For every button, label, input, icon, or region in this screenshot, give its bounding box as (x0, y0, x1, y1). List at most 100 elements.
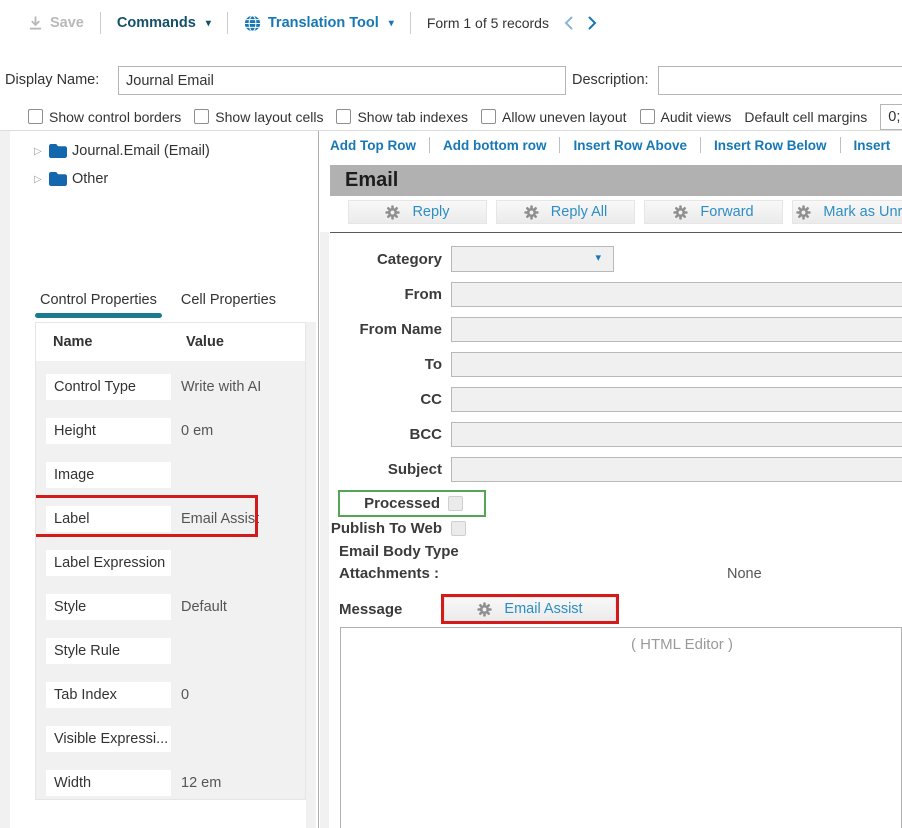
property-row[interactable]: Visible Expressi... (46, 726, 305, 752)
name-column-header: Name (53, 334, 178, 350)
option-checkbox-item[interactable]: Allow uneven layout (481, 109, 627, 125)
field-input[interactable] (451, 317, 902, 342)
email-assist-button[interactable]: Email Assist (444, 597, 616, 621)
field-label: CC (330, 391, 442, 408)
tree-expand-icon[interactable]: ▷ (34, 146, 44, 157)
form-field-row: BCC (330, 422, 902, 447)
email-action-label: Reply (412, 204, 449, 220)
link-separator (840, 137, 841, 153)
field-input[interactable] (451, 282, 902, 307)
form-field-row: From Name (330, 317, 902, 342)
tree-node[interactable]: ▷ Journal.Email (Email) (34, 137, 210, 165)
checkbox-icon[interactable] (640, 109, 655, 124)
attachments-label: Attachments : (339, 565, 439, 582)
property-row[interactable]: StyleDefault (46, 594, 305, 620)
checkbox-icon[interactable] (194, 109, 209, 124)
property-row[interactable]: Height0 em (46, 418, 305, 444)
option-label: Allow uneven layout (502, 109, 627, 125)
tab-cell-properties[interactable]: Cell Properties (181, 292, 276, 320)
translation-tool-button[interactable]: Translation Tool ▾ (244, 15, 394, 32)
property-value-cell[interactable]: Default (181, 599, 227, 615)
tree-node[interactable]: ▷ Other (34, 165, 210, 193)
toolbar-separator (100, 12, 101, 34)
gear-icon (477, 602, 492, 617)
form-field-row: To (330, 352, 902, 377)
commands-label: Commands (117, 15, 196, 31)
email-action-button[interactable]: Mark as Unread (792, 200, 902, 224)
checkbox-icon[interactable] (336, 109, 351, 124)
description-input[interactable] (658, 66, 902, 95)
email-action-button[interactable]: Forward (644, 200, 783, 224)
email-action-button[interactable]: Reply All (496, 200, 635, 224)
tree-expand-icon[interactable]: ▷ (34, 174, 44, 185)
chevron-down-icon: ▾ (389, 18, 394, 29)
toolbar-separator (227, 12, 228, 34)
checkbox-icon[interactable] (28, 109, 43, 124)
commands-menu-button[interactable]: Commands ▾ (117, 15, 211, 31)
row-action-link[interactable]: Insert Row Below (714, 138, 827, 153)
left-scrollbar-track[interactable] (0, 131, 10, 828)
save-label: Save (50, 15, 84, 31)
form-field-row: From (330, 282, 902, 307)
property-name-cell: Tab Index (46, 682, 171, 708)
link-separator (559, 137, 560, 153)
row-action-link[interactable]: Insert Row Above (573, 138, 687, 153)
property-value-cell[interactable]: Write with AI (181, 379, 261, 395)
folder-icon (49, 172, 67, 186)
tree-node-label: Other (72, 171, 108, 187)
default-cell-margins-input[interactable] (880, 104, 902, 130)
row-action-link[interactable]: Insert (854, 138, 891, 153)
properties-scrollbar-track[interactable] (306, 322, 316, 828)
checkbox-icon[interactable] (481, 109, 496, 124)
email-action-label: Mark as Unread (823, 204, 902, 220)
section-title: Email (345, 169, 398, 192)
property-row[interactable]: Tab Index 0 (46, 682, 305, 708)
tree-node-label: Journal.Email (Email) (72, 143, 210, 159)
property-value-cell[interactable]: 0 (181, 687, 189, 703)
email-action-button[interactable]: Reply (348, 200, 487, 224)
divider-line (330, 232, 902, 233)
field-input[interactable] (451, 387, 902, 412)
email-action-label: Forward (700, 204, 753, 220)
property-value-cell[interactable]: Email Assist (181, 511, 259, 527)
property-name-cell: Visible Expressi... (46, 726, 171, 752)
html-editor-placeholder: ( HTML Editor ) (631, 636, 733, 653)
publish-field-row: Publish To Web (330, 520, 466, 536)
option-checkbox-item[interactable]: Show tab indexes (336, 109, 468, 125)
category-label: Category (330, 251, 442, 268)
email-action-label: Reply All (551, 204, 607, 220)
field-input[interactable] (451, 352, 902, 377)
option-checkbox-item[interactable]: Show layout cells (194, 109, 323, 125)
default-cell-margins-label: Default cell margins (744, 109, 867, 125)
message-html-editor[interactable]: ( HTML Editor ) (340, 627, 902, 828)
property-row[interactable]: Control TypeWrite with AI (46, 374, 305, 400)
property-row[interactable]: Image (46, 462, 305, 488)
processed-highlight-box: Processed (338, 490, 486, 517)
property-value-cell[interactable]: 12 em (181, 775, 221, 791)
folder-icon (49, 144, 67, 158)
gear-icon (796, 205, 811, 220)
tab-control-properties[interactable]: Control Properties (40, 292, 157, 320)
field-input[interactable] (451, 422, 902, 447)
property-row[interactable]: Label Email Assist (46, 506, 305, 532)
property-value-cell[interactable]: 0 em (181, 423, 213, 439)
save-button[interactable]: Save (28, 15, 84, 31)
row-action-link[interactable]: Add Top Row (330, 138, 416, 153)
category-dropdown[interactable]: ▾ (451, 246, 614, 272)
form-field-row: CC (330, 387, 902, 412)
row-action-link[interactable]: Add bottom row (443, 138, 546, 153)
field-input[interactable] (451, 457, 902, 482)
property-name-cell: Label (46, 506, 171, 532)
next-record-button[interactable] (588, 16, 597, 30)
previous-record-button[interactable] (564, 16, 573, 30)
property-row[interactable]: Style Rule (46, 638, 305, 664)
property-row[interactable]: Label Expression (46, 550, 305, 576)
option-checkbox-item[interactable]: Audit views (640, 109, 732, 125)
processed-checkbox[interactable] (448, 496, 463, 511)
publish-to-web-checkbox[interactable] (451, 521, 466, 536)
property-row[interactable]: Width12 em (46, 770, 305, 796)
option-label: Show layout cells (215, 109, 323, 125)
option-checkbox-item[interactable]: Show control borders (28, 109, 181, 125)
display-name-input[interactable] (118, 66, 566, 95)
field-label: To (330, 356, 442, 373)
